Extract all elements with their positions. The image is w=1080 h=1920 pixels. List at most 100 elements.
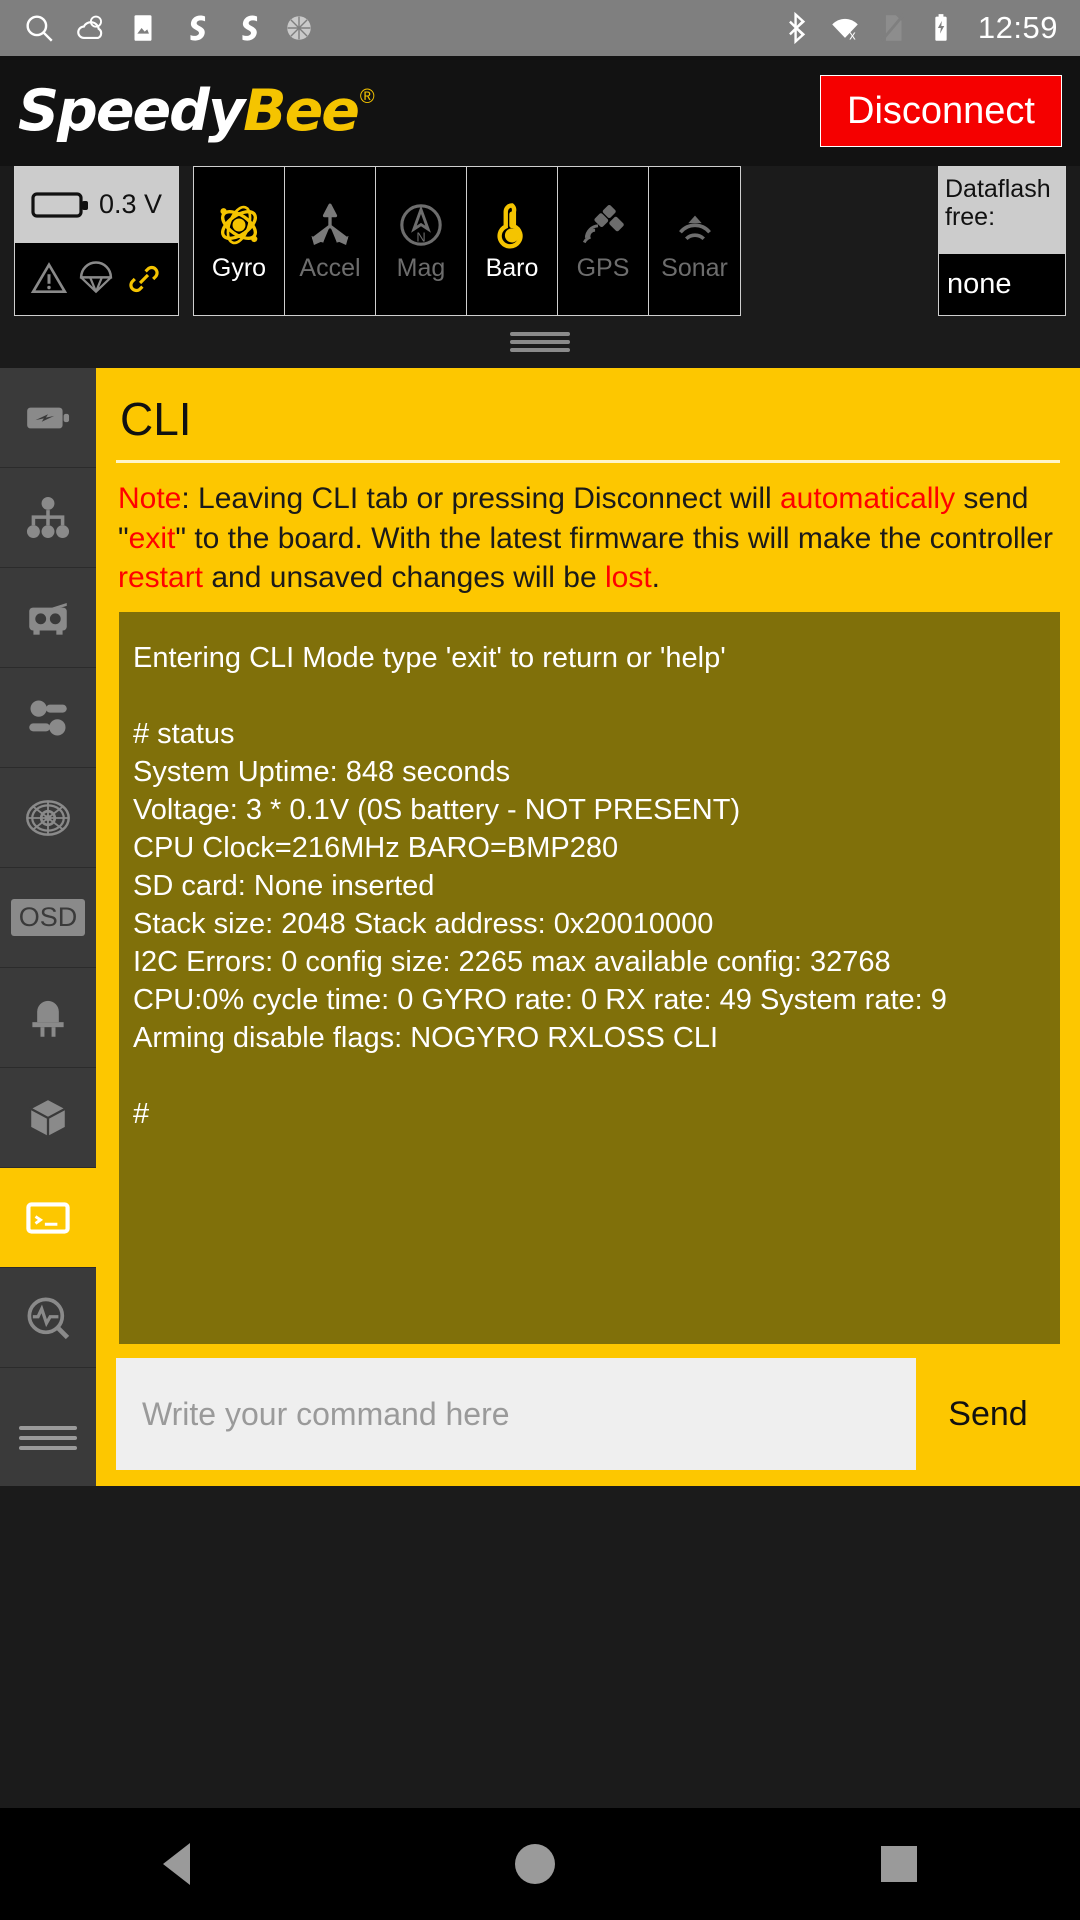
- recents-button[interactable]: [881, 1846, 918, 1882]
- terminal-line: Arming disable flags: NOGYRO RXLOSS CLI: [133, 1021, 719, 1054]
- battery-voltage-row: 0.3 V: [15, 167, 178, 243]
- dataflash-value: none: [939, 254, 1065, 315]
- gyro-icon: [220, 205, 258, 244]
- sidebar-grip-handle[interactable]: [0, 1390, 96, 1486]
- battery-charging-icon: [935, 14, 947, 41]
- link-icon[interactable]: [125, 260, 163, 298]
- gallery-icon: [134, 15, 152, 41]
- accel-icon: [311, 203, 349, 245]
- main-body: OSD CLI Note: Leaving CLI tab or pressin…: [0, 368, 1080, 1486]
- sidebar-item-power[interactable]: [0, 368, 96, 468]
- sensor-label: GPS: [576, 253, 630, 282]
- sensor-label: Sonar: [661, 253, 728, 282]
- sidebar-item-blackbox[interactable]: [0, 1068, 96, 1168]
- rc-transmitter-icon: [29, 602, 67, 635]
- sensor-tile-baro[interactable]: Baro: [467, 167, 558, 315]
- app-header: SpeedyBee ® Disconnect: [0, 56, 1080, 166]
- terminal-line: I2C Errors: 0 config size: 2265 max avai…: [133, 945, 891, 978]
- bluetooth-icon: [788, 11, 806, 45]
- sidebar-nav: OSD: [0, 368, 96, 1486]
- terminal-line: CPU Clock=216MHz BARO=BMP280: [133, 831, 619, 864]
- terminal-line: SD card: None inserted: [133, 869, 435, 902]
- note-segment: automatically: [780, 482, 956, 515]
- cli-panel: CLI Note: Leaving CLI tab or pressing Di…: [96, 368, 1080, 1486]
- cube-icon: [28, 1097, 68, 1138]
- satellite-icon: [582, 204, 624, 243]
- sim-off-icon: [880, 12, 906, 42]
- propeller-icon: [26, 799, 70, 836]
- sitemap-icon: [26, 496, 70, 538]
- sidebar-item-ports[interactable]: [0, 468, 96, 568]
- battery-panel[interactable]: 0.3 V: [14, 166, 179, 316]
- note-segment: and unsaved changes will be: [203, 561, 605, 595]
- dataflash-title: Dataflash free:: [939, 167, 1065, 255]
- status-bar-system-icons: x 12:59: [780, 10, 1058, 46]
- terminal-line: Stack size: 2048 Stack address: 0x200100…: [133, 907, 714, 940]
- terminal-line: Voltage: 3 * 0.1V (0S battery - NOT PRES…: [133, 793, 741, 826]
- wifi-off-icon: x: [832, 18, 858, 42]
- logo-text-primary: Speedy: [18, 78, 245, 144]
- terminal-line: CPU:0% cycle time: 0 GYRO rate: 0 RX rat…: [133, 983, 947, 1016]
- cli-terminal-output[interactable]: Entering CLI Mode type 'exit' to return …: [116, 611, 1060, 1344]
- logo-text-secondary: Bee: [243, 78, 360, 144]
- note-segment: restart: [118, 561, 204, 595]
- home-button[interactable]: [515, 1844, 556, 1884]
- warning-icon[interactable]: [30, 260, 68, 298]
- sensor-label: Gyro: [211, 253, 267, 282]
- sidebar-item-osd[interactable]: OSD: [0, 868, 96, 968]
- svg-text:N: N: [416, 229, 425, 244]
- note-segment: " to the board. With the latest firmware…: [175, 521, 1054, 555]
- back-button[interactable]: [162, 1843, 190, 1885]
- cli-command-row: Send: [116, 1358, 1060, 1470]
- note-segment: .: [651, 561, 661, 595]
- parachute-icon[interactable]: [77, 260, 115, 298]
- sonar-icon: [678, 215, 711, 240]
- panel-drag-handle[interactable]: [0, 316, 1080, 368]
- battery-flags-row: [15, 242, 178, 315]
- title-divider: [116, 460, 1060, 463]
- sync-icon-2: [242, 15, 258, 41]
- led-icon: [32, 1000, 64, 1037]
- battery-icon: [31, 192, 88, 218]
- sidebar-item-motors[interactable]: [0, 768, 96, 868]
- sensor-status-bar: 0.3 V Gyro Accel N Mag Baro GPS Sonar Da…: [0, 166, 1080, 316]
- cli-warning-note: Note: Leaving CLI tab or pressing Discon…: [116, 479, 1060, 612]
- app-root: x 12:59 SpeedyBee ® Disconnect 0.3 V Gyr…: [0, 0, 1080, 1920]
- brightness-icon: [287, 16, 311, 40]
- sidebar-item-modes[interactable]: [0, 668, 96, 768]
- osd-icon: OSD: [10, 899, 86, 936]
- status-bar-notification-icons: [22, 11, 316, 45]
- sensor-tile-gps[interactable]: GPS: [558, 167, 649, 315]
- search-icon: [26, 15, 53, 42]
- android-nav-bar: [0, 1808, 1080, 1920]
- battery-voltage-value: 0.3 V: [98, 189, 163, 220]
- sidebar-item-sensors[interactable]: [0, 1268, 96, 1368]
- speedybee-logo: SpeedyBee ®: [18, 78, 375, 144]
- terminal-line: Entering CLI Mode type 'exit' to return …: [133, 641, 726, 674]
- sensor-label: Mag: [396, 253, 446, 282]
- sidebar-item-led[interactable]: [0, 968, 96, 1068]
- status-bar-clock: 12:59: [977, 10, 1058, 45]
- cli-command-input[interactable]: [116, 1358, 916, 1470]
- toggles-icon: [29, 700, 67, 735]
- sensor-tiles: Gyro Accel N Mag Baro GPS Sonar: [193, 166, 741, 316]
- sensor-tile-gyro[interactable]: Gyro: [194, 167, 285, 315]
- weather-icon: [77, 15, 103, 39]
- thermometer-icon: [497, 202, 523, 249]
- sidebar-item-cli[interactable]: [0, 1168, 96, 1268]
- sensor-label: Baro: [485, 253, 539, 282]
- sidebar-item-receiver[interactable]: [0, 568, 96, 668]
- sensor-tile-mag[interactable]: N Mag: [376, 167, 467, 315]
- dataflash-panel[interactable]: Dataflash free: none: [938, 166, 1066, 316]
- compass-icon: N: [400, 203, 442, 246]
- note-segment: exit: [128, 521, 176, 555]
- sensor-tile-accel[interactable]: Accel: [285, 167, 376, 315]
- sensor-tile-sonar[interactable]: Sonar: [649, 167, 740, 315]
- disconnect-button[interactable]: Disconnect: [820, 75, 1062, 147]
- sync-icon: [190, 15, 206, 41]
- battery-bolt-icon: [27, 407, 70, 428]
- send-button[interactable]: Send: [916, 1358, 1060, 1470]
- terminal-icon: [26, 1201, 70, 1234]
